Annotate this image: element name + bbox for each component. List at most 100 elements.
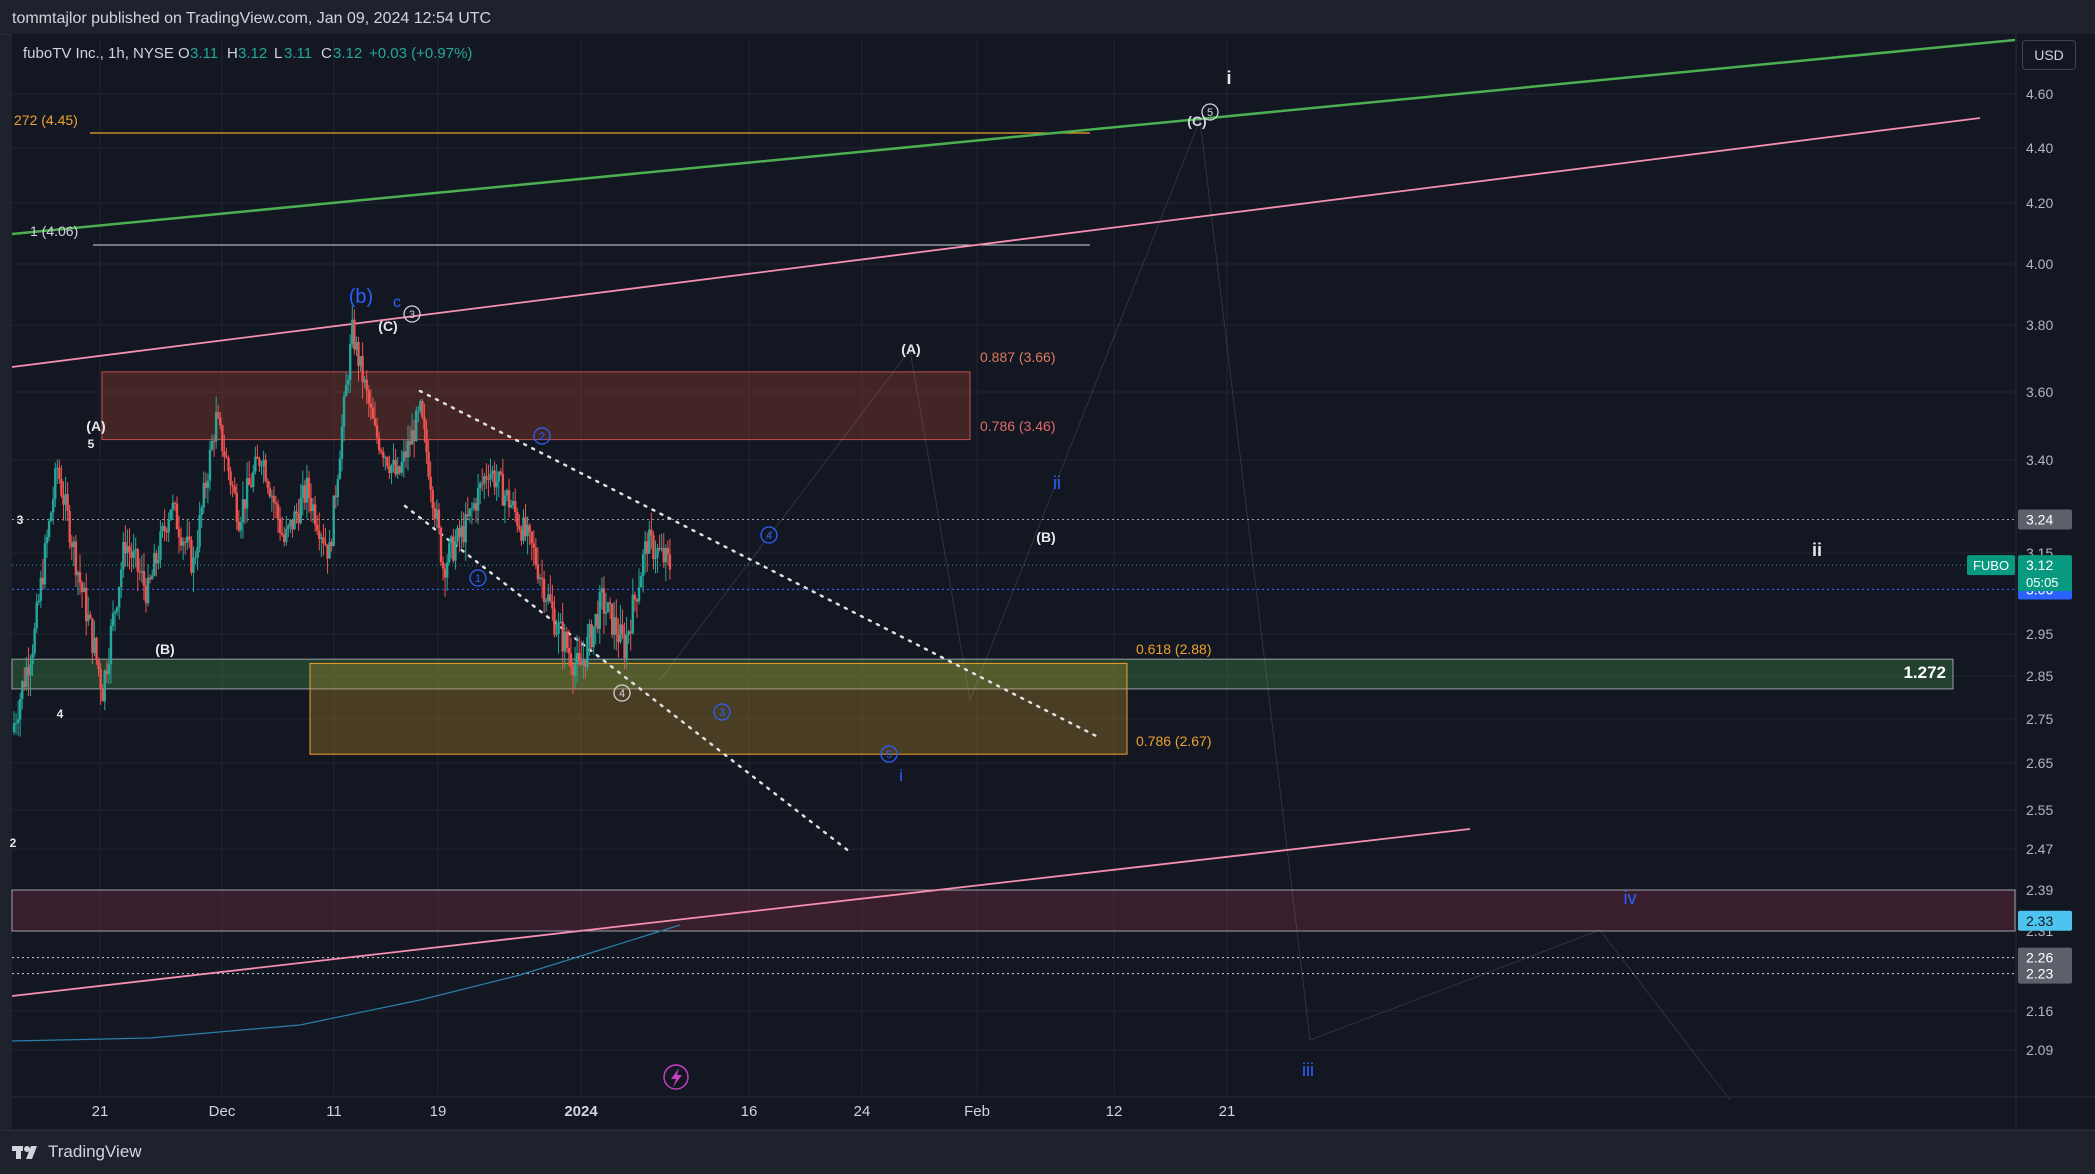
candle-body (439, 527, 443, 562)
candle-body (186, 536, 189, 543)
pink-channel-upper (11, 117, 1981, 368)
price-chart[interactable]: 272 (4.45) 1 (4.06) 0.887 (3.66) 0.786 (3.4… (0, 0, 2095, 1173)
candle-body (608, 602, 612, 604)
candle-body (80, 582, 84, 592)
candle-body (458, 527, 461, 537)
candle-body (225, 456, 228, 458)
candle-body (530, 531, 533, 544)
candle-body (237, 521, 241, 531)
candle-body (396, 466, 399, 475)
wave-label-white: ii (1812, 540, 1822, 560)
last-price-value: 3.12 (2026, 557, 2053, 573)
candle-body (260, 465, 263, 467)
candle-body (318, 530, 321, 540)
trend-lines (11, 38, 2016, 1101)
candle-body (650, 529, 653, 536)
wave-label-white: 5 (1207, 107, 1213, 119)
legend-open-value: 3.11 (190, 45, 218, 62)
cyan-step-line (11, 924, 681, 1042)
candle-body (29, 664, 32, 676)
wave-label-white: (B) (1036, 529, 1055, 545)
candle-body (635, 599, 639, 602)
price-badge-label: 2.26 (2026, 950, 2053, 966)
candle-body (349, 343, 352, 380)
tradingview-logo[interactable]: TradingView (12, 1142, 142, 1162)
candle-body (113, 611, 117, 614)
time-tick-label: 24 (854, 1103, 871, 1120)
price-tick-label: 2.95 (2026, 626, 2053, 642)
candle-body (598, 592, 602, 629)
candle-body (167, 519, 170, 533)
candle-body (441, 561, 445, 569)
time-axis: 21 Dec 11 19 2024 16 24 Feb 12 21 (92, 1103, 1236, 1120)
candle-body (293, 511, 296, 530)
candle-body (91, 618, 94, 654)
candle-body (181, 541, 185, 546)
candle-body (435, 509, 439, 519)
candle-body (60, 479, 63, 496)
candle-body (511, 501, 515, 506)
candle-body (124, 541, 127, 554)
candle-body (648, 529, 651, 554)
candle-body (627, 631, 630, 636)
candle-body (351, 319, 354, 344)
candle-body (334, 495, 337, 498)
candle-body (454, 541, 457, 561)
candle-body (233, 486, 236, 493)
candle-body (412, 430, 416, 442)
candle-body (656, 548, 659, 558)
candle-body (443, 568, 447, 578)
candle-body (590, 624, 593, 648)
candle-body (305, 477, 309, 503)
candle-body (309, 498, 313, 512)
candle-body (481, 483, 484, 485)
candle-body (555, 633, 558, 635)
candle-body (173, 502, 177, 504)
candle-body (144, 585, 148, 604)
candle-body (25, 667, 28, 688)
candle-body (221, 425, 224, 452)
candle-body (594, 614, 597, 627)
candle-body (74, 541, 78, 576)
wave-label-white: 5 (88, 437, 95, 451)
candle-body (342, 396, 346, 427)
candle-body (460, 525, 463, 537)
candle-body (326, 544, 329, 559)
candle-body (324, 543, 327, 545)
wave-label-blue: iii (1302, 1060, 1314, 1080)
candle-body (615, 617, 618, 635)
candle-body (379, 450, 383, 452)
candle-body (243, 499, 247, 509)
candle-body (495, 481, 498, 488)
time-tick-label: Feb (964, 1103, 990, 1120)
time-tick-label: 21 (1219, 1103, 1236, 1120)
candle-body (291, 519, 294, 530)
fib-label: 0.618 (2.88) (1136, 641, 1212, 657)
candle-body (524, 517, 527, 537)
candle-body (431, 489, 434, 508)
wave-label-blue: 1 (475, 573, 481, 585)
candle-body (307, 477, 311, 499)
candle-body (313, 504, 317, 525)
price-tick-label: 3.60 (2026, 384, 2053, 400)
currency-button[interactable]: USD (2022, 40, 2076, 70)
candle-body (509, 505, 513, 508)
candle-body (553, 608, 556, 635)
candle-body (16, 719, 20, 723)
candle-body (664, 547, 668, 563)
candle-body (247, 478, 251, 485)
candle-body (336, 479, 340, 498)
candle-body (148, 577, 152, 580)
price-tick-label: 2.16 (2026, 1003, 2053, 1019)
candle-body (157, 559, 160, 564)
candle-body (617, 634, 620, 643)
candle-body (289, 519, 292, 526)
candle-body (70, 542, 73, 547)
candle-body (621, 624, 624, 635)
candle-body (66, 494, 69, 511)
candle-body (433, 507, 436, 519)
candle-body (575, 652, 579, 665)
time-tick-label: 11 (326, 1103, 342, 1120)
legend-high-value: 3.12 (238, 45, 267, 62)
candle-body (159, 531, 162, 560)
